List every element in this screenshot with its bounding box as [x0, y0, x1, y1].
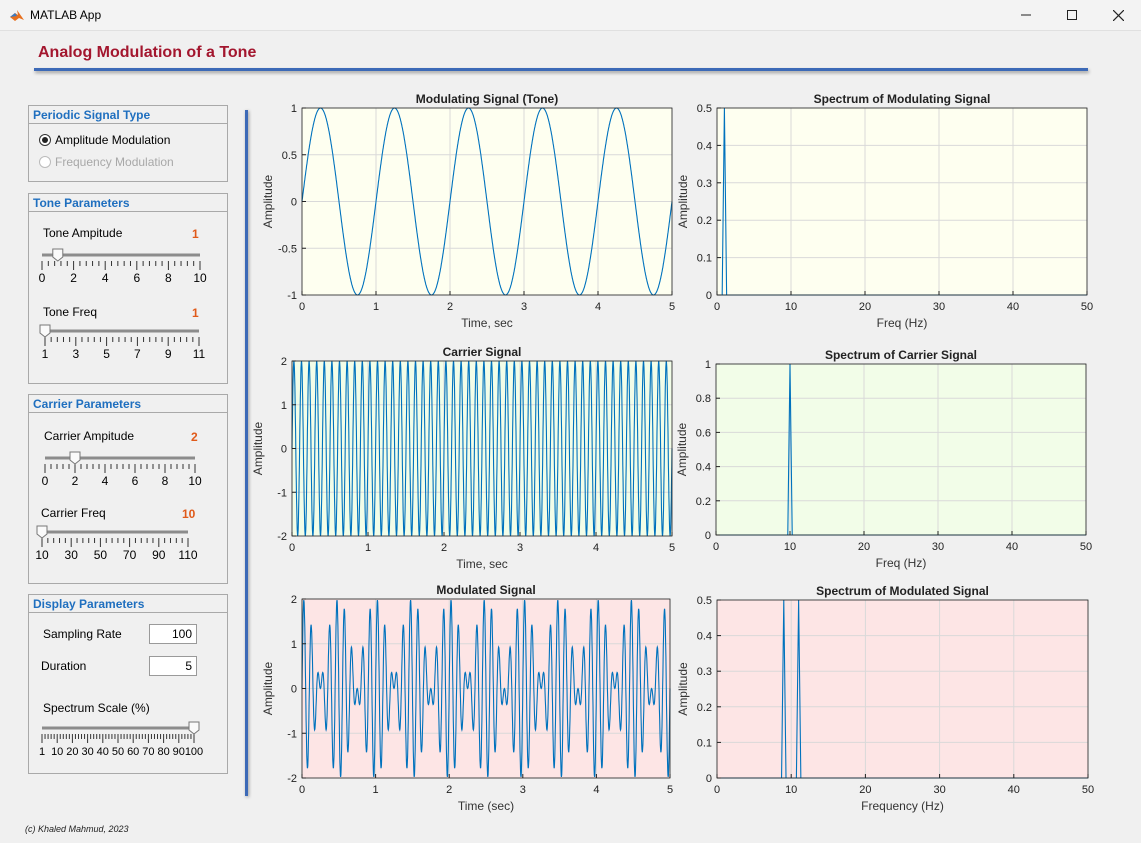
modulating-signal-chart[interactable]: 0 1 2 3 4 5 -1 -0.5 0 0.5 1 Modulating Signal (Tone… — [261, 92, 675, 330]
y-tick-label: -2 — [287, 773, 297, 785]
x-tick-label: 4 — [593, 784, 599, 796]
x-tick-label: 3 — [517, 542, 523, 554]
y-tick-label: 0 — [281, 444, 287, 456]
y-tick-label: 1 — [705, 359, 711, 371]
x-tick-label: 20 — [858, 541, 870, 553]
y-tick-label: 0.8 — [696, 393, 711, 405]
y-axis-label: Amplitude — [251, 422, 265, 476]
y-tick-label: 0 — [706, 290, 712, 302]
carrier-signal-chart[interactable]: 0 1 2 3 4 5 -2 -1 0 1 2 Carrier Signal Time, sec Ampl… — [251, 345, 675, 571]
x-tick-label: 0 — [714, 784, 720, 796]
x-tick-label: 2 — [441, 542, 447, 554]
x-tick-label: 10 — [784, 541, 796, 553]
x-tick-label: 2 — [446, 784, 452, 796]
x-tick-label: 30 — [932, 541, 944, 553]
x-tick-label: 0 — [713, 541, 719, 553]
chart-title: Modulating Signal (Tone) — [416, 92, 558, 106]
y-tick-label: 0.5 — [282, 150, 297, 162]
x-axis-label: Frequency (Hz) — [861, 799, 944, 813]
x-axis-label: Time, sec — [456, 557, 508, 571]
y-tick-label: -0.5 — [278, 243, 297, 255]
y-tick-label: 0.3 — [697, 178, 712, 190]
x-tick-label: 4 — [595, 301, 601, 313]
y-tick-label: 0 — [706, 773, 712, 785]
x-tick-label: 40 — [1007, 301, 1019, 313]
y-axis-label: Amplitude — [261, 175, 275, 229]
modulated-spectrum-chart[interactable]: 0 10 20 30 40 50 0 0.1 0.2 0.3 0.4 0.5 Spectrum of M… — [676, 584, 1094, 813]
y-tick-label: 0.4 — [696, 462, 711, 474]
x-tick-label: 3 — [520, 784, 526, 796]
x-tick-label: 30 — [933, 784, 945, 796]
y-tick-label: 1 — [291, 639, 297, 651]
carrier-spectrum-chart[interactable]: 0 10 20 30 40 50 0 0.2 0.4 0.6 0.8 1 Spectrum of Car… — [675, 348, 1092, 570]
x-tick-label: 1 — [373, 784, 379, 796]
x-tick-label: 20 — [859, 784, 871, 796]
y-tick-label: 0.1 — [697, 737, 712, 749]
x-tick-label: 0 — [299, 784, 305, 796]
x-tick-label: 10 — [785, 784, 797, 796]
y-tick-label: 0.2 — [696, 496, 711, 508]
y-tick-label: -1 — [277, 487, 287, 499]
y-tick-label: -1 — [287, 290, 297, 302]
x-axis-label: Freq (Hz) — [876, 556, 927, 570]
y-tick-label: 0 — [291, 684, 297, 696]
x-tick-label: 10 — [785, 301, 797, 313]
y-tick-label: 0.2 — [697, 215, 712, 227]
y-tick-label: 0.3 — [697, 666, 712, 678]
y-tick-label: 2 — [281, 356, 287, 368]
x-tick-label: 3 — [521, 301, 527, 313]
x-tick-label: 5 — [669, 301, 675, 313]
chart-title: Carrier Signal — [443, 345, 522, 359]
y-tick-label: -1 — [287, 728, 297, 740]
x-axis-label: Time, sec — [461, 316, 513, 330]
y-tick-label: 1 — [281, 400, 287, 412]
x-tick-label: 50 — [1081, 301, 1093, 313]
x-tick-label: 0 — [289, 542, 295, 554]
y-tick-label: 0.5 — [697, 103, 712, 115]
chart-title: Spectrum of Modulated Signal — [816, 584, 989, 598]
y-tick-label: 0.4 — [697, 140, 712, 152]
x-tick-label: 2 — [447, 301, 453, 313]
x-tick-label: 0 — [714, 301, 720, 313]
plots-area: 0 1 2 3 4 5 -1 -0.5 0 0.5 1 Modulating Signal (Tone… — [251, 92, 1094, 813]
x-tick-label: 4 — [593, 542, 599, 554]
copyright-footer: (c) Khaled Mahmud, 2023 — [25, 824, 129, 834]
y-tick-label: 0.1 — [697, 253, 712, 265]
y-axis-label: Amplitude — [676, 175, 690, 229]
x-tick-label: 1 — [373, 301, 379, 313]
y-tick-label: -2 — [277, 531, 287, 543]
y-tick-label: 0.5 — [697, 595, 712, 607]
y-tick-label: 0 — [705, 530, 711, 542]
x-axis-label: Time (sec) — [458, 799, 514, 813]
x-axis-label: Freq (Hz) — [877, 316, 928, 330]
y-tick-label: 1 — [291, 103, 297, 115]
y-tick-label: 0.6 — [696, 427, 711, 439]
x-tick-label: 40 — [1008, 784, 1020, 796]
y-tick-label: 0.2 — [697, 702, 712, 714]
x-tick-label: 20 — [859, 301, 871, 313]
x-tick-label: 1 — [365, 542, 371, 554]
x-tick-label: 50 — [1082, 784, 1094, 796]
chart-title: Spectrum of Carrier Signal — [825, 348, 977, 362]
chart-title: Spectrum of Modulating Signal — [814, 92, 991, 106]
modulated-signal-chart[interactable]: 0 1 2 3 4 5 -2 -1 0 1 2 Modulated Signal Time (sec) A… — [261, 583, 673, 813]
y-tick-label: 0 — [291, 197, 297, 209]
x-tick-label: 0 — [299, 301, 305, 313]
y-axis-label: Amplitude — [261, 662, 275, 716]
plot-background — [716, 364, 1086, 535]
chart-title: Modulated Signal — [436, 583, 535, 597]
x-tick-label: 50 — [1080, 541, 1092, 553]
x-tick-label: 5 — [669, 542, 675, 554]
plot-background — [717, 600, 1088, 778]
y-axis-label: Amplitude — [676, 662, 690, 716]
plot-background — [717, 108, 1087, 295]
y-tick-label: 2 — [291, 594, 297, 606]
modulating-spectrum-chart[interactable]: 0 10 20 30 40 50 0 0.1 0.2 0.3 0.4 0.5 Spectrum of M… — [676, 92, 1093, 330]
y-axis-label: Amplitude — [675, 423, 689, 477]
y-tick-label: 0.4 — [697, 631, 712, 643]
x-tick-label: 30 — [933, 301, 945, 313]
x-tick-label: 40 — [1006, 541, 1018, 553]
x-tick-label: 5 — [667, 784, 673, 796]
